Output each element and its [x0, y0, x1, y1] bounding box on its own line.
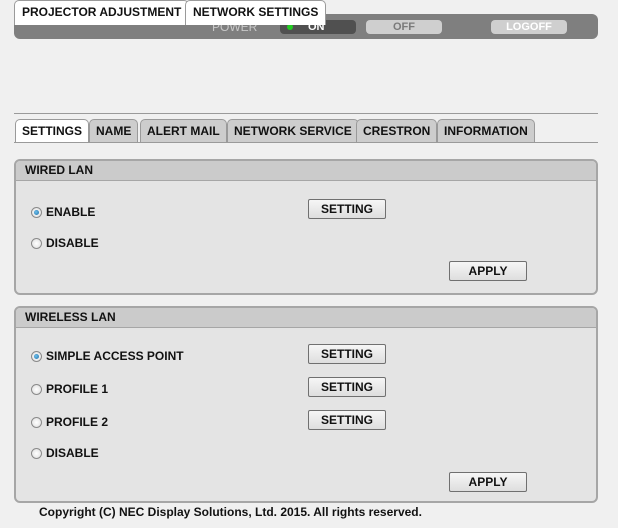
wired-enable-option[interactable]: ENABLE [31, 204, 95, 220]
profile2-setting-button[interactable]: SETTING [308, 410, 386, 430]
tab-projector-adjustment[interactable]: PROJECTOR ADJUSTMENT [14, 0, 190, 25]
subtab-settings[interactable]: SETTINGS [15, 119, 90, 143]
wireless-profile1-option[interactable]: PROFILE 1 [31, 381, 108, 397]
wireless-disable-label: DISABLE [46, 446, 99, 460]
main-tabs-divider [14, 113, 598, 114]
wireless-profile2-label: PROFILE 2 [46, 415, 109, 429]
wired-disable-option[interactable]: DISABLE [31, 235, 99, 251]
wireless-profile2-option[interactable]: PROFILE 2 [31, 414, 108, 430]
radio-icon[interactable] [31, 383, 42, 395]
wired-disable-label: DISABLE [46, 236, 99, 250]
simple-ap-setting-button[interactable]: SETTING [308, 344, 386, 364]
wireless-profile1-label: PROFILE 1 [46, 382, 109, 396]
wireless-lan-title: WIRELESS LAN [16, 308, 596, 328]
wireless-simple-ap-option[interactable]: SIMPLE ACCESS POINT [31, 348, 184, 364]
wireless-apply-button[interactable]: APPLY [449, 472, 527, 492]
wireless-lan-panel: WIRELESS LAN SIMPLE ACCESS POINT SETTING… [14, 306, 598, 503]
wired-apply-button[interactable]: APPLY [449, 261, 527, 281]
radio-icon[interactable] [31, 237, 42, 249]
wired-setting-button[interactable]: SETTING [308, 199, 386, 219]
subtab-alert-mail[interactable]: ALERT MAIL [140, 119, 227, 143]
subtab-name[interactable]: NAME [89, 119, 139, 143]
logoff-button[interactable]: LOGOFF [491, 20, 567, 34]
sub-tabs-divider [14, 142, 598, 143]
copyright-text: Copyright (C) NEC Display Solutions, Ltd… [39, 505, 422, 519]
radio-icon[interactable] [31, 206, 42, 218]
subtab-information[interactable]: INFORMATION [437, 119, 535, 143]
radio-icon[interactable] [31, 447, 42, 459]
wired-lan-panel: WIRED LAN ENABLE SETTING DISABLE APPLY [14, 159, 598, 295]
wireless-simple-ap-label: SIMPLE ACCESS POINT [46, 349, 184, 363]
subtab-crestron[interactable]: CRESTRON [356, 119, 438, 143]
subtab-network-service[interactable]: NETWORK SERVICE [227, 119, 359, 143]
profile1-setting-button[interactable]: SETTING [308, 377, 386, 397]
wired-lan-title: WIRED LAN [16, 161, 596, 181]
radio-icon[interactable] [31, 416, 42, 428]
wireless-disable-option[interactable]: DISABLE [31, 445, 99, 461]
radio-icon[interactable] [31, 350, 42, 362]
wired-enable-label: ENABLE [46, 205, 96, 219]
tab-network-settings[interactable]: NETWORK SETTINGS [185, 0, 327, 25]
power-off-button[interactable]: OFF [366, 20, 442, 34]
